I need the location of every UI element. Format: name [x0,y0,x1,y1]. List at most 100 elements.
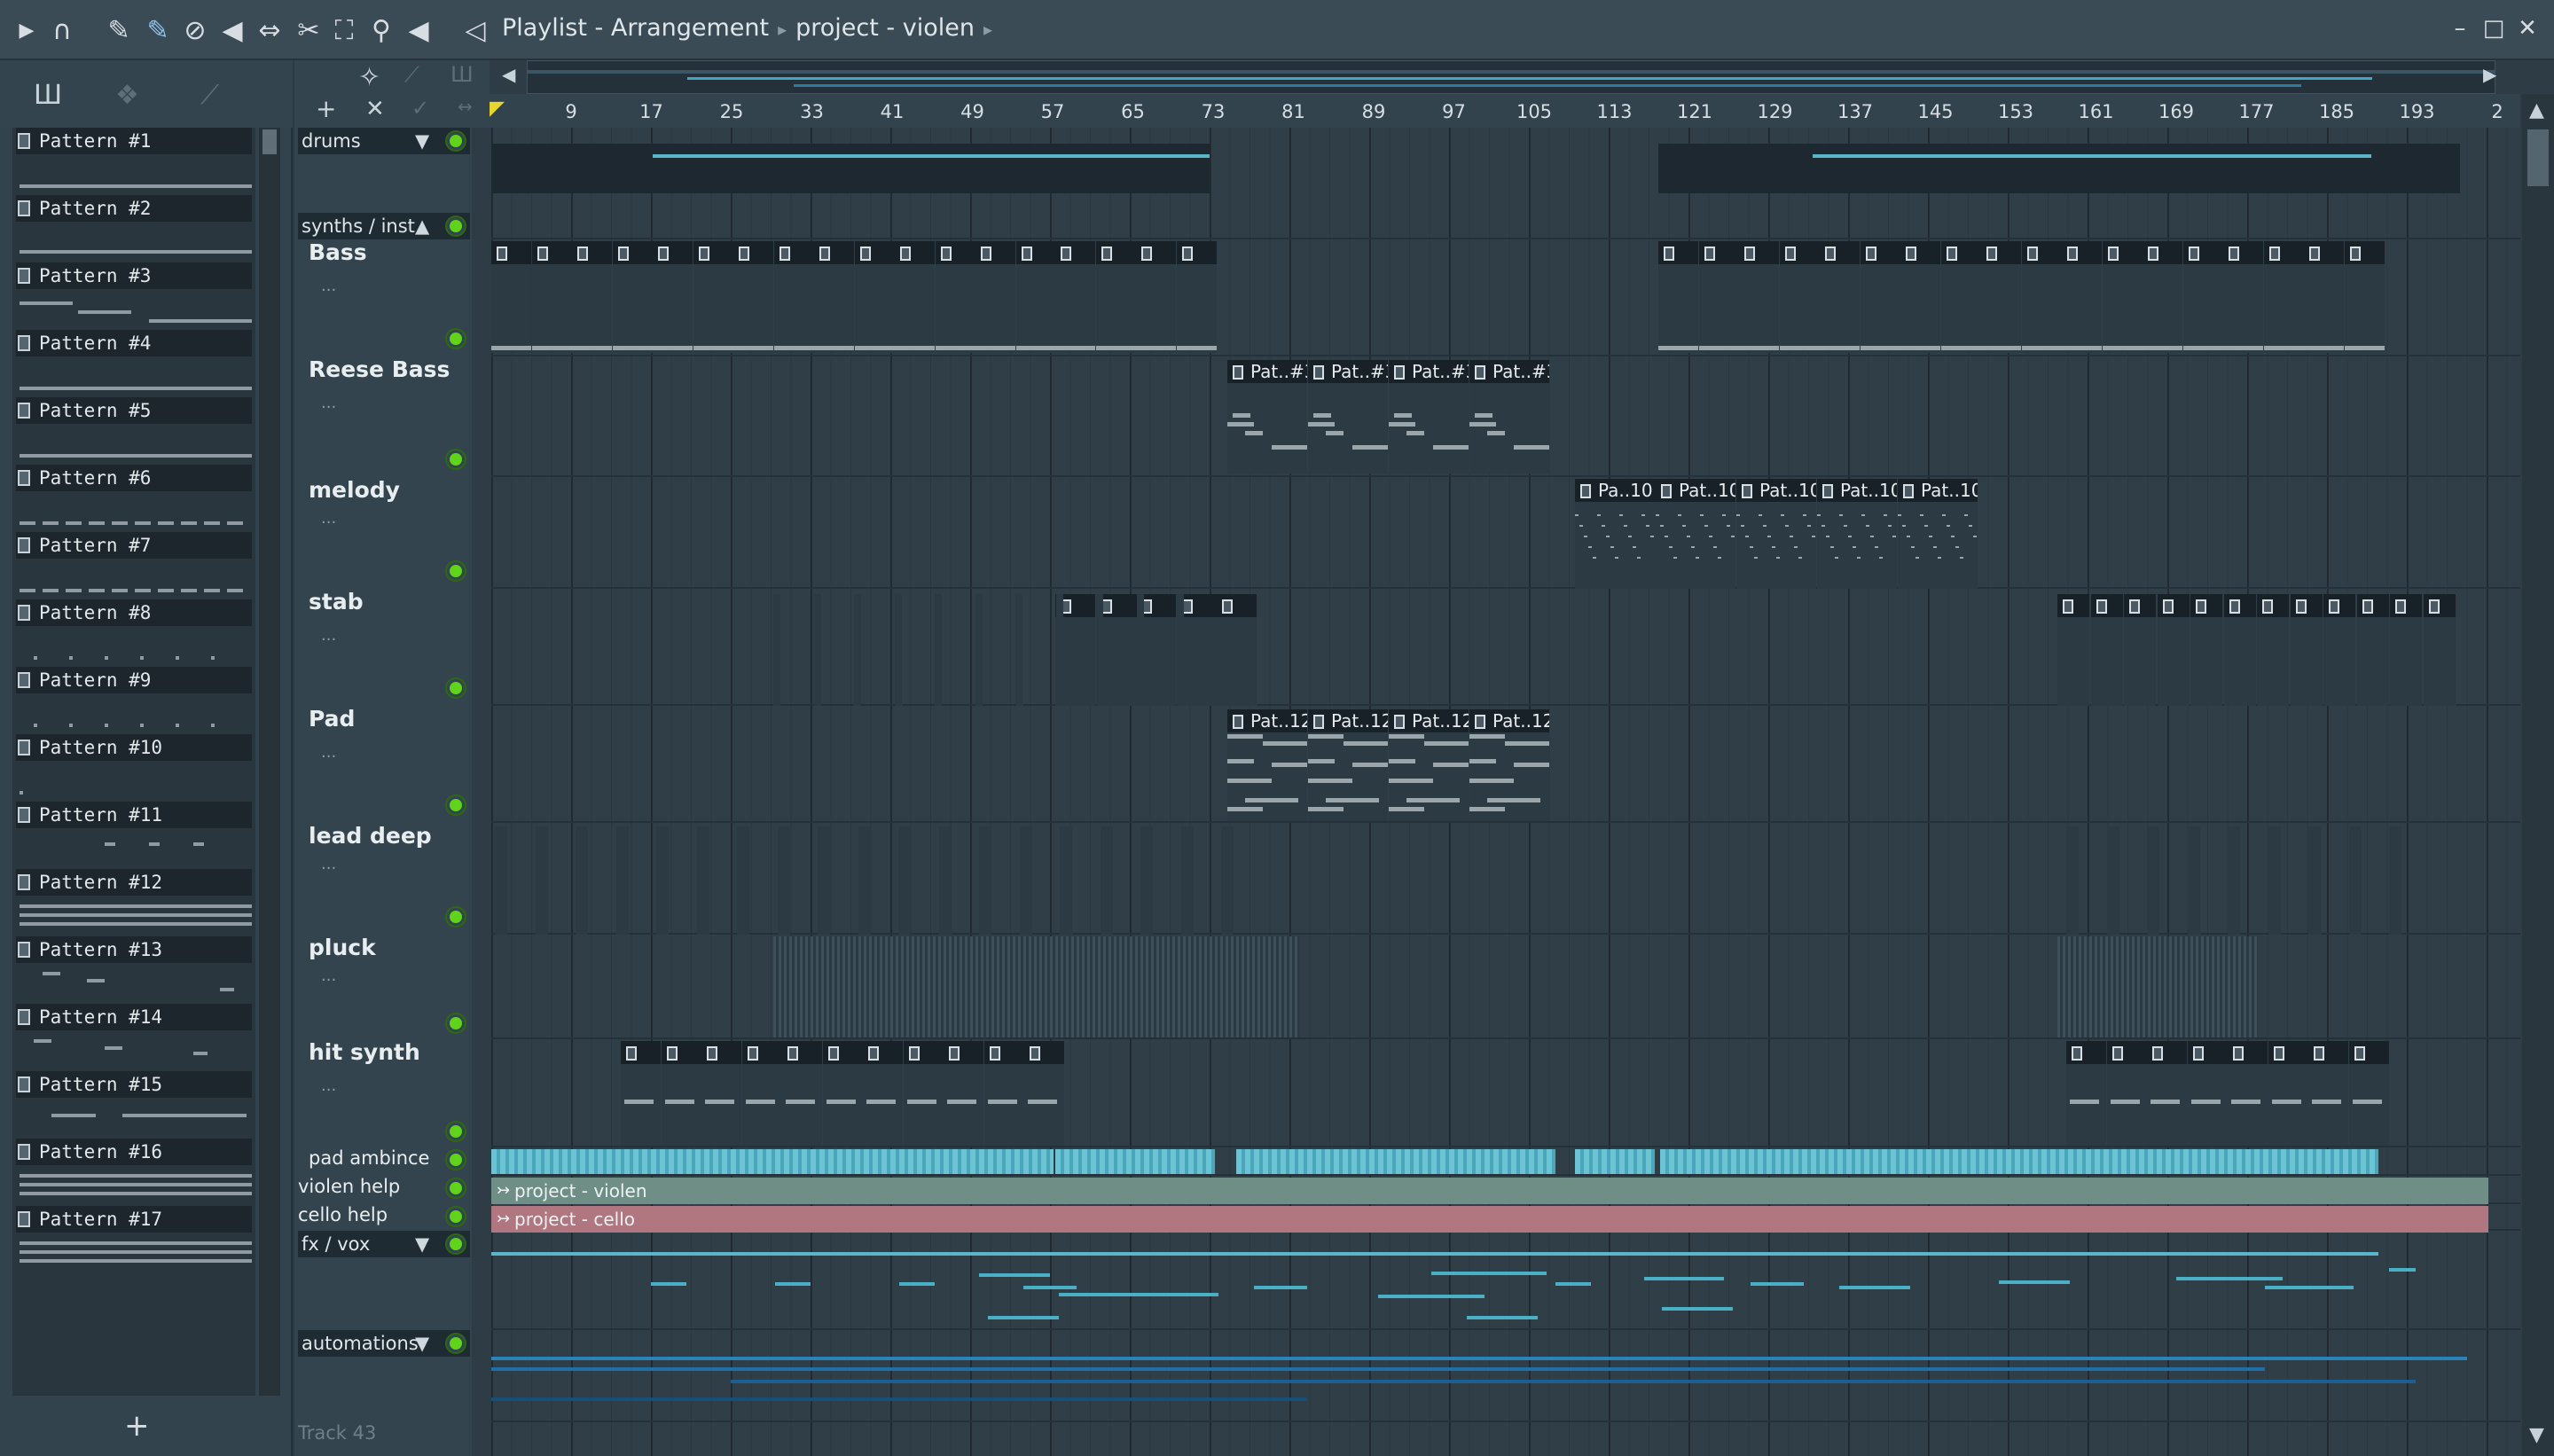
pattern-clip[interactable]: Pat..12 [1308,709,1388,821]
lead-clip[interactable] [576,826,588,935]
pattern-clip[interactable] [2323,594,2355,706]
magnet-icon[interactable]: ∩ [44,12,80,48]
pattern-clip[interactable] [2021,241,2062,353]
pattern-clip[interactable] [2257,594,2289,706]
clip-header[interactable] [2323,594,2355,617]
track-name-pad[interactable]: Pad [309,706,355,732]
track-name-melody[interactable]: melody [309,477,400,503]
clip-header[interactable] [2143,241,2182,264]
pattern-clip[interactable] [1095,241,1136,353]
lead-clip[interactable] [858,826,871,935]
ruler-tick[interactable]: 49 [960,101,984,122]
clip-header[interactable] [2423,594,2456,617]
ruler-tick[interactable]: 81 [1281,101,1305,122]
pattern-clip[interactable] [2348,1041,2389,1146]
track-led[interactable] [447,132,465,150]
pattern-clip[interactable]: Pat..#3 [1469,360,1549,474]
clip-header[interactable] [1940,241,1981,264]
link-icon[interactable]: ⟋ [404,62,419,87]
lead-clip[interactable] [2268,826,2281,935]
lead-clip[interactable] [2389,826,2401,935]
lead-clip[interactable] [2308,826,2321,935]
pattern-clip[interactable] [2143,241,2182,353]
pattern-clip[interactable] [1055,241,1095,353]
clip-header[interactable] [1015,241,1056,264]
breadcrumb-project[interactable]: project - violen [795,14,975,42]
pattern-label[interactable]: Pattern #12 [16,869,252,896]
pattern-clip[interactable] [2106,1041,2147,1146]
ruler-tick[interactable]: 161 [2078,101,2113,122]
clip-header[interactable] [1900,241,1940,264]
pattern-label[interactable]: Pattern #15 [16,1071,252,1098]
pattern-item[interactable]: Pattern #11 [12,802,255,869]
pattern-clip[interactable] [2304,241,2344,353]
clip-header[interactable]: Pat..12 [1308,709,1388,732]
pattern-clip[interactable] [944,1041,983,1146]
clip-header[interactable] [2344,241,2385,264]
lead-clip[interactable] [818,826,830,935]
pattern-list-scroll-thumb[interactable] [262,129,277,154]
pattern-clip[interactable] [822,1041,863,1146]
clip-header[interactable] [661,1041,701,1064]
track-led[interactable] [447,217,465,235]
pencil-icon[interactable]: ✎ [101,12,137,48]
pattern-label[interactable]: Pattern #3 [16,262,252,289]
clip-header[interactable] [1136,241,1176,264]
pattern-clip[interactable] [2290,594,2323,706]
track-more[interactable]: ... [321,855,336,873]
clip-header[interactable] [975,241,1015,264]
pattern-clip[interactable] [863,1041,903,1146]
scroll-left-icon[interactable]: ◀ [502,64,515,85]
pattern-clip[interactable] [653,241,693,353]
clip-header[interactable] [2257,594,2289,617]
group-synths[interactable]: synths / inst ▲ [298,213,470,239]
pattern-clip[interactable] [1779,241,1820,353]
clip-header[interactable] [2124,594,2156,617]
track-name-pluck[interactable]: pluck [309,935,376,960]
playhead-marker-icon[interactable]: ◤ [490,98,505,120]
lead-clip[interactable] [1100,826,1113,935]
group-automations[interactable]: automations ▼ [298,1330,470,1357]
slip-icon[interactable]: ⇔ [252,12,287,48]
pattern-clip[interactable] [733,241,773,353]
arrangement-grid[interactable]: Pat..#3 Pat..#3 Pat..#3 Pat..#3 Pa..10 Pat..1… [491,128,2520,1456]
track-more[interactable]: ... [321,394,336,412]
pattern-clip[interactable] [491,241,531,353]
pattern-clip[interactable]: Pat..12 [1389,709,1469,821]
pattern-clip[interactable] [2390,594,2422,706]
ruler-tick[interactable]: 121 [1677,101,1712,122]
pattern-clip[interactable] [2157,594,2190,706]
ruler-tick[interactable]: 169 [2158,101,2194,122]
pattern-clip[interactable] [2190,594,2222,706]
clip-header[interactable] [2147,1041,2187,1064]
ruler-tick[interactable]: 145 [1917,101,1953,122]
pattern-clip[interactable] [854,241,895,353]
pattern-clip[interactable] [2268,1041,2308,1146]
clip-header[interactable] [1658,241,1698,264]
pattern-label[interactable]: Pattern #7 [16,532,252,559]
track-more[interactable]: ... [321,1076,336,1095]
clip-header[interactable] [2228,1041,2268,1064]
pattern-label[interactable]: Pattern #6 [16,465,252,491]
pattern-clip[interactable] [2308,1041,2348,1146]
pattern-item[interactable]: Pattern #10 [12,734,255,802]
track-led[interactable] [447,1208,465,1225]
stab-hit[interactable] [894,594,902,706]
delete-icon[interactable]: ⊘ [177,12,213,48]
pattern-clip[interactable] [1739,241,1779,353]
pattern-clip[interactable] [935,241,975,353]
pattern-label[interactable]: Pattern #14 [16,1004,252,1030]
pattern-clip[interactable] [773,241,814,353]
menu-arrow-icon[interactable]: ▶ [9,12,44,48]
pattern-clip[interactable] [1136,241,1176,353]
ruler-tick[interactable]: 65 [1121,101,1145,122]
clip-header[interactable] [773,241,814,264]
pattern-clip[interactable] [2423,594,2456,706]
pattern-clip[interactable] [2090,594,2123,706]
scroll-down-icon[interactable]: ▼ [2529,1424,2544,1446]
stab-hit[interactable] [935,594,942,706]
vertical-scroll-thumb[interactable] [2527,129,2549,186]
lead-clip[interactable] [737,826,749,935]
pattern-clip[interactable] [2147,1041,2187,1146]
grid-icon[interactable]: Ш [450,62,474,87]
